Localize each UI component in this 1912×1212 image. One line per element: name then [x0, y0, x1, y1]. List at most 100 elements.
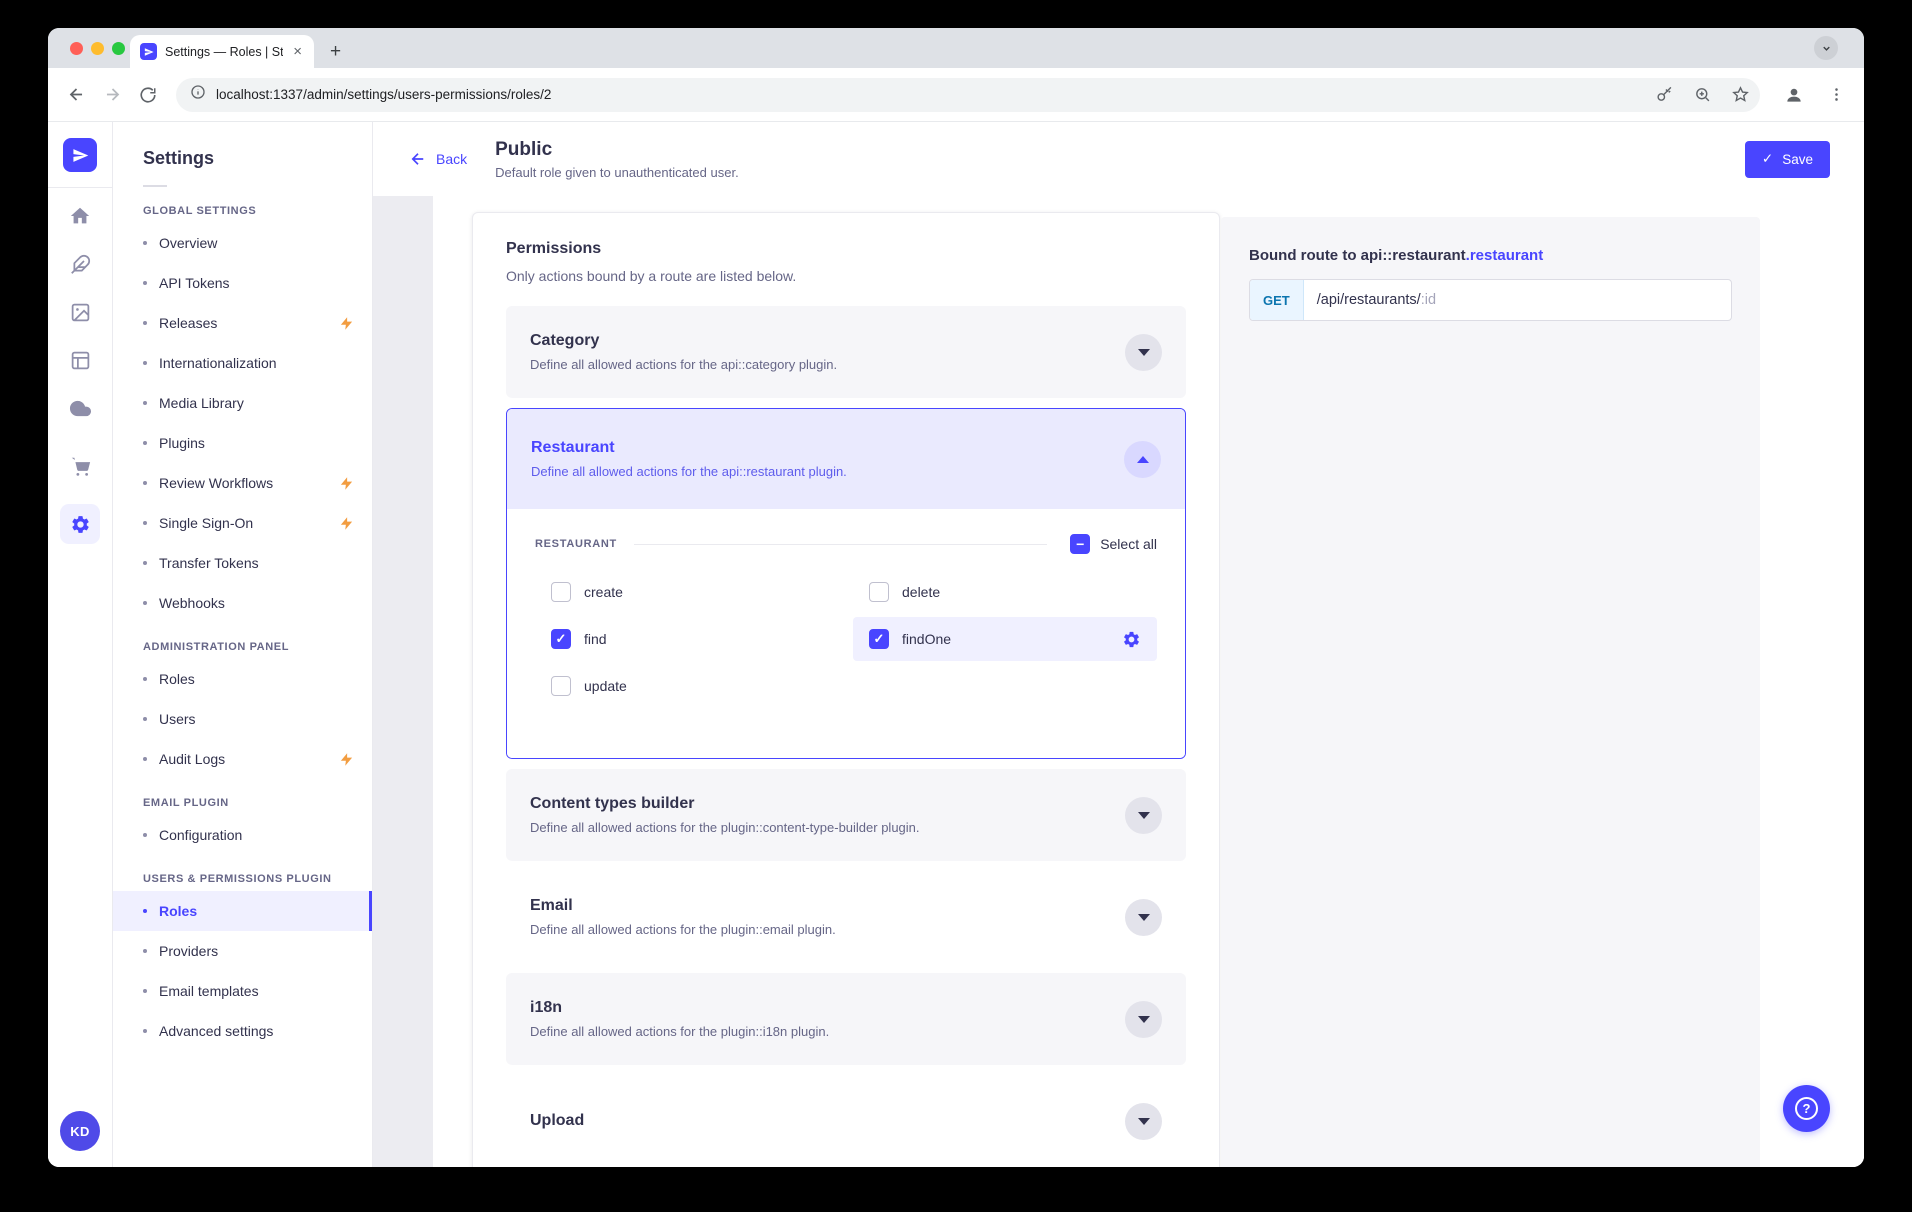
user-avatar[interactable]: KD [60, 1111, 100, 1151]
chevron-down-icon[interactable] [1125, 899, 1162, 936]
actions-grid: create delete ✓ find [535, 570, 1157, 708]
sidebar-item-label: Internationalization [159, 355, 277, 371]
sidebar-item-up-roles[interactable]: Roles [113, 891, 372, 931]
save-button[interactable]: ✓ Save [1745, 141, 1830, 178]
back-arrow-icon [409, 150, 427, 168]
bound-route-panel: Bound route to api::restaurant.restauran… [1221, 217, 1760, 1167]
accordion-i18n: i18n Define all allowed actions for the … [506, 973, 1186, 1065]
password-key-icon[interactable] [1650, 81, 1678, 109]
reload-icon[interactable] [132, 79, 164, 111]
sidebar-item-providers[interactable]: Providers [113, 931, 372, 971]
find-checkbox[interactable]: ✓ [551, 629, 571, 649]
sidebar-item-media-library[interactable]: Media Library [113, 383, 372, 423]
screenshot-frame: Settings — Roles | Strapi × + [0, 0, 1912, 1212]
content-type-builder-icon[interactable] [60, 340, 100, 380]
permissions-title: Permissions [506, 240, 1186, 258]
route-field[interactable]: GET /api/restaurants/:id [1249, 279, 1732, 321]
sidebar-item-webhooks[interactable]: Webhooks [113, 583, 372, 623]
sidebar-item-overview[interactable]: Overview [113, 223, 372, 263]
bound-route-prefix: Bound route to api::restaurant [1249, 247, 1466, 264]
accordion-category-header[interactable]: Category Define all allowed actions for … [506, 306, 1186, 398]
cloud-deploy-icon[interactable] [60, 388, 100, 428]
sidebar-item-review-workflows[interactable]: Review Workflows [113, 463, 372, 503]
accordion-description: Define all allowed actions for the api::… [530, 357, 1125, 372]
accordion-email-header[interactable]: Email Define all allowed actions for the… [506, 871, 1186, 963]
chevron-down-icon[interactable] [1125, 1103, 1162, 1140]
sidebar-item-label: Email templates [159, 983, 259, 999]
action-find: ✓ find [535, 617, 839, 661]
accordion-texts: i18n Define all allowed actions for the … [530, 999, 1125, 1039]
sidebar-item-configuration[interactable]: Configuration [113, 815, 372, 855]
zoom-in-icon[interactable] [1688, 81, 1716, 109]
accordion-description: Define all allowed actions for the plugi… [530, 1024, 1125, 1039]
profile-avatar-icon[interactable] [1778, 79, 1810, 111]
select-all-checkbox[interactable]: − [1070, 534, 1090, 554]
back-link[interactable]: Back [409, 150, 467, 168]
accordion-ctb-header[interactable]: Content types builder Define all allowed… [506, 769, 1186, 861]
sidebar-item-single-sign-on[interactable]: Single Sign-On [113, 503, 372, 543]
back-nav-icon[interactable] [60, 79, 92, 111]
section-label-users-permissions-plugin: USERS & PERMISSIONS PLUGIN [113, 873, 372, 885]
accordion-title: Email [530, 897, 1125, 915]
sidebar-item-label: Configuration [159, 827, 242, 843]
route-path: /api/restaurants/:id [1304, 280, 1449, 320]
accordion-description: Define all allowed actions for the plugi… [530, 820, 1125, 835]
sidebar-item-api-tokens[interactable]: API Tokens [113, 263, 372, 303]
accordion-upload-header[interactable]: Upload [506, 1075, 1186, 1167]
sidebar-item-releases[interactable]: Releases [113, 303, 372, 343]
delete-checkbox[interactable] [869, 582, 889, 602]
url-text[interactable]: localhost:1337/admin/settings/users-perm… [216, 87, 1640, 102]
help-button[interactable]: ? [1783, 1085, 1830, 1132]
accordion-restaurant-header[interactable]: Restaurant Define all allowed actions fo… [507, 409, 1185, 509]
site-info-icon[interactable] [190, 84, 206, 105]
accordion-title: i18n [530, 999, 1125, 1017]
update-checkbox[interactable] [551, 676, 571, 696]
maximize-window-button[interactable] [112, 42, 125, 55]
accordion-description: Define all allowed actions for the plugi… [530, 922, 1125, 937]
action-label: find [584, 631, 607, 647]
accordion-texts: Category Define all allowed actions for … [530, 332, 1125, 372]
section-label-global-settings: GLOBAL SETTINGS [113, 205, 372, 217]
settings-gear-icon[interactable] [60, 504, 100, 544]
home-icon[interactable] [60, 196, 100, 236]
sidebar-item-admin-roles[interactable]: Roles [113, 659, 372, 699]
create-checkbox[interactable] [551, 582, 571, 602]
tab-close-icon[interactable]: × [291, 42, 304, 61]
accordion-i18n-header[interactable]: i18n Define all allowed actions for the … [506, 973, 1186, 1065]
strapi-logo[interactable] [63, 138, 97, 172]
browser-tab[interactable]: Settings — Roles | Strapi × [130, 35, 314, 68]
page-subtitle: Default role given to unauthenticated us… [495, 165, 739, 180]
minimize-window-button[interactable] [91, 42, 104, 55]
left-gutter [373, 196, 433, 1167]
marketplace-cart-icon[interactable] [60, 446, 100, 486]
sidebar-item-plugins[interactable]: Plugins [113, 423, 372, 463]
bullet-icon [143, 481, 147, 485]
sidebar-item-users[interactable]: Users [113, 699, 372, 739]
chevron-down-icon[interactable] [1125, 797, 1162, 834]
chevron-down-icon[interactable] [1125, 334, 1162, 371]
action-delete: delete [853, 570, 1157, 614]
sidebar-item-audit-logs[interactable]: Audit Logs [113, 739, 372, 779]
chevron-down-icon[interactable] [1125, 1001, 1162, 1038]
advanced-settings-gear-icon[interactable] [1122, 630, 1141, 649]
tab-search-chevron-icon[interactable] [1814, 36, 1838, 60]
forward-nav-icon[interactable] [96, 79, 128, 111]
page-title: Public [495, 139, 739, 161]
new-tab-button[interactable]: + [330, 42, 341, 61]
restaurant-group-row: RESTAURANT − Select all [535, 534, 1157, 554]
browser-menu-dots-icon[interactable] [1820, 79, 1852, 111]
media-library-icon[interactable] [60, 292, 100, 332]
main-content: Back Public Default role given to unauth… [373, 122, 1864, 1167]
sidebar-item-advanced-settings[interactable]: Advanced settings [113, 1011, 372, 1051]
sidebar-item-email-templates[interactable]: Email templates [113, 971, 372, 1011]
chevron-up-icon[interactable] [1124, 441, 1161, 478]
bookmark-star-icon[interactable] [1726, 81, 1754, 109]
close-window-button[interactable] [70, 42, 83, 55]
sidebar-item-internationalization[interactable]: Internationalization [113, 343, 372, 383]
accordion-texts: Content types builder Define all allowed… [530, 795, 1125, 835]
content-feather-icon[interactable] [60, 244, 100, 284]
bound-route-title: Bound route to api::restaurant.restauran… [1249, 247, 1732, 264]
sidebar-item-transfer-tokens[interactable]: Transfer Tokens [113, 543, 372, 583]
findone-checkbox[interactable]: ✓ [869, 629, 889, 649]
url-bar[interactable]: localhost:1337/admin/settings/users-perm… [176, 78, 1760, 112]
